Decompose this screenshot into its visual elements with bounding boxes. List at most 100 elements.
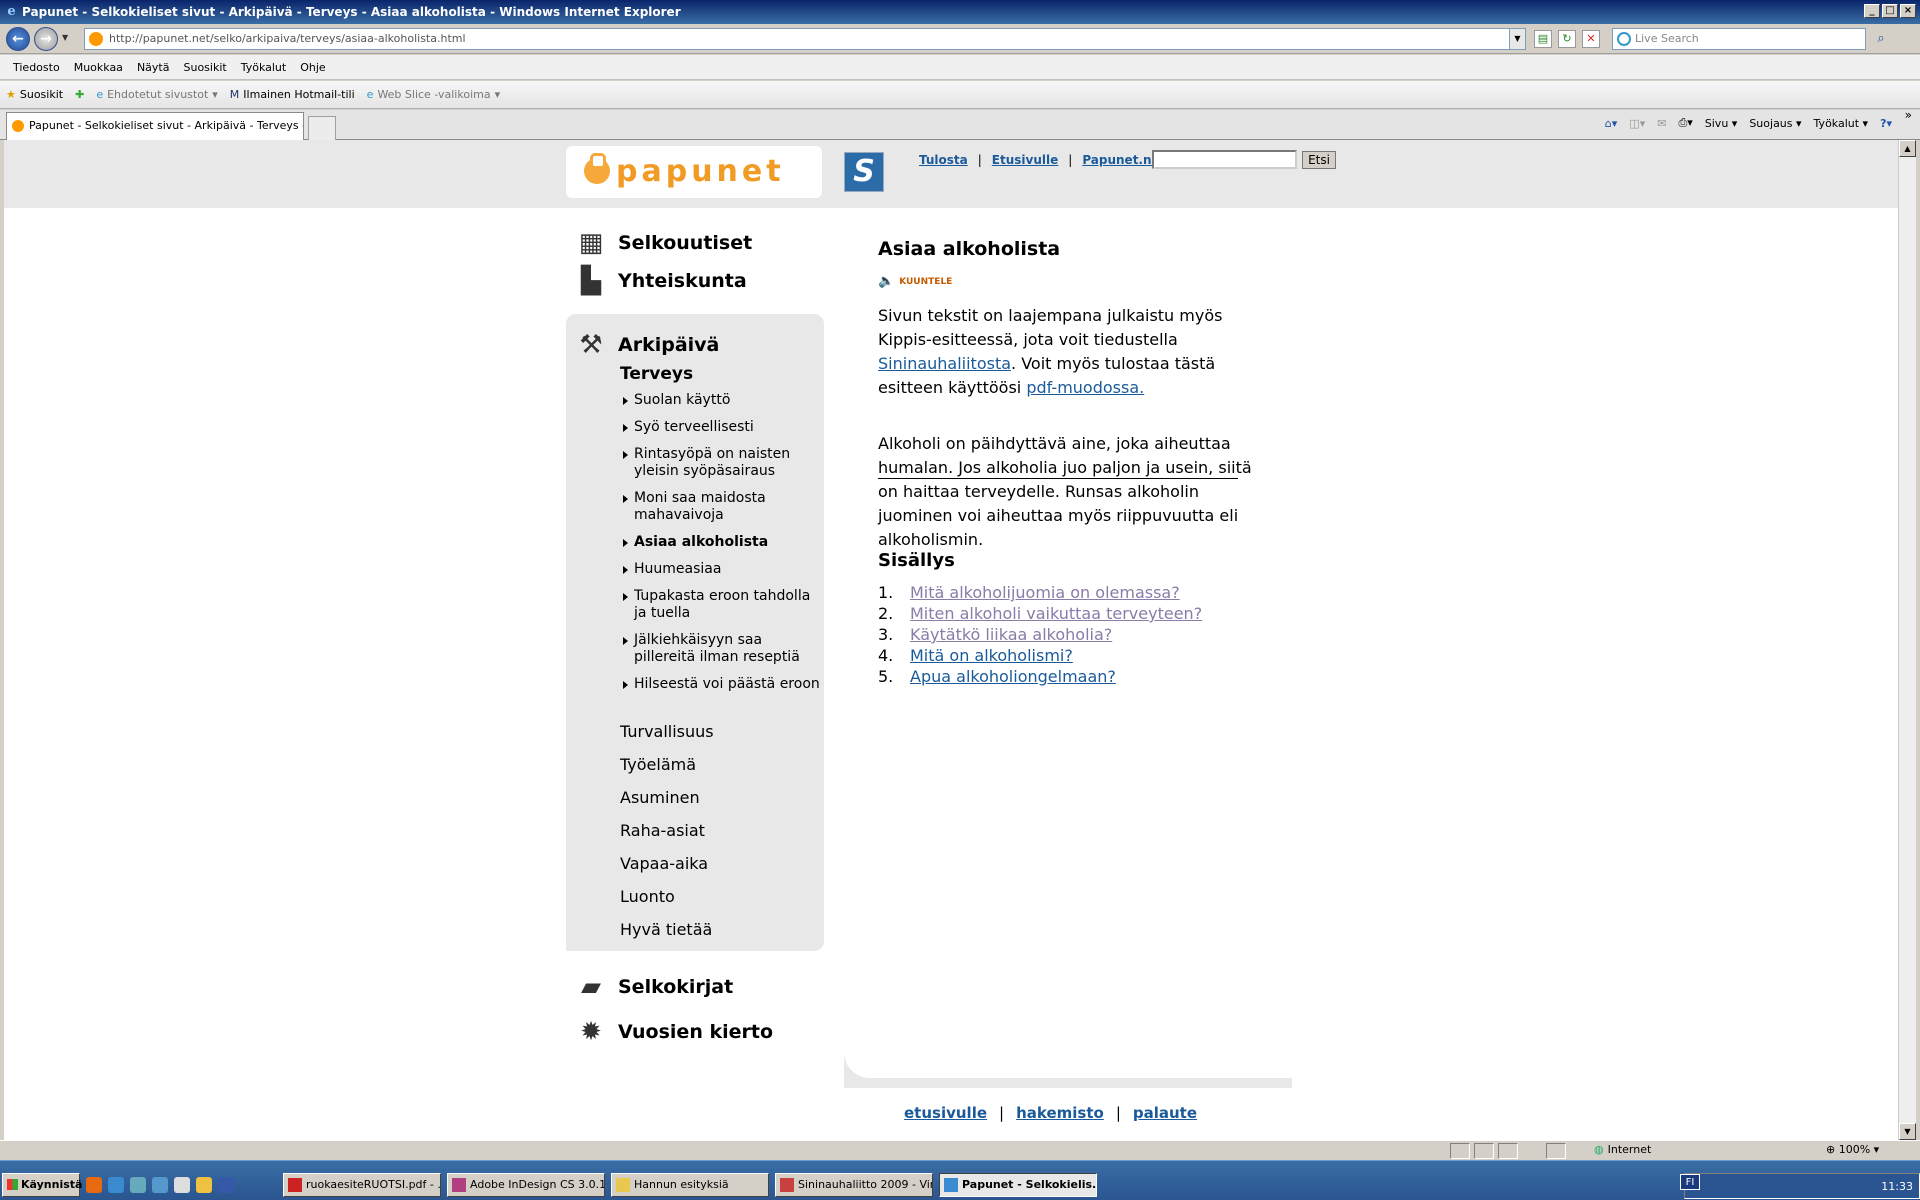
web-slice-button[interactable]: e Web Slice -valikoima ▾ (367, 88, 500, 101)
link-pdf[interactable]: pdf-muodossa. (1026, 378, 1144, 397)
subnav-item[interactable]: Tupakasta eroon tahdolla ja tuella (620, 588, 820, 622)
tab-papunet[interactable]: Papunet - Selkokieliset sivut - Arkipäiv… (6, 112, 304, 140)
mail-icon[interactable]: ✉ (1657, 117, 1666, 130)
papunet-logo[interactable]: papunet (566, 146, 822, 198)
favorites-button[interactable]: ★ Suosikit (6, 88, 63, 101)
msn-icon: M (229, 88, 240, 101)
task-pdf[interactable]: ruokaesiteRUOTSI.pdf - ... (283, 1173, 441, 1197)
history-dropdown-icon[interactable]: ▼ (62, 33, 68, 42)
media-player-icon[interactable] (218, 1177, 234, 1193)
nav-hyva-tietaa[interactable]: Hyvä tietää (620, 920, 712, 939)
nav-arkipaiva[interactable]: ⚒ Arkipäivä (572, 328, 719, 362)
nav-raha-asiat[interactable]: Raha-asiat (620, 821, 705, 840)
firefox-icon[interactable] (86, 1177, 102, 1193)
link-home[interactable]: Etusivulle (992, 153, 1058, 167)
page-header-band (4, 140, 1898, 208)
url-field[interactable]: http://papunet.net/selko/arkipaiva/terve… (84, 28, 1526, 50)
explorer-icon[interactable] (152, 1177, 168, 1193)
forward-button[interactable]: → (34, 27, 58, 51)
toc-link[interactable]: Apua alkoholiongelmaan? (910, 666, 1116, 687)
menu-item-help[interactable]: Ohje (293, 61, 332, 74)
maximize-button[interactable]: □ (1882, 4, 1898, 18)
search-placeholder: Live Search (1635, 32, 1699, 45)
task-papunet[interactable]: Papunet - Selkokielis... (939, 1173, 1097, 1197)
feeds-icon[interactable]: ◫▾ (1629, 117, 1645, 130)
subnav-item[interactable]: Huumeasiaa (620, 561, 820, 578)
language-indicator[interactable]: FI (1680, 1174, 1700, 1190)
suggested-sites-button[interactable]: e Ehdotetut sivustot ▾ (96, 88, 217, 101)
scroll-up-icon[interactable]: ▲ (1899, 140, 1916, 157)
refresh-icon[interactable]: ↻ (1558, 30, 1576, 48)
menu-item-file[interactable]: Tiedosto (6, 61, 67, 74)
nav-vuosien-kierto[interactable]: ✹ Vuosien kierto (572, 1015, 773, 1049)
home-icon[interactable]: ⌂▾ (1605, 117, 1618, 130)
compatibility-view-icon[interactable]: ▤ (1534, 30, 1552, 48)
menu-item-tools[interactable]: Työkalut (234, 61, 294, 74)
nav-selkokirjat[interactable]: ▰ Selkokirjat (572, 970, 733, 1004)
minimize-button[interactable]: _ (1864, 4, 1880, 18)
footer-link-home[interactable]: etusivulle (904, 1104, 987, 1122)
zoom-level: 100% (1838, 1143, 1871, 1156)
hotmail-button[interactable]: M Ilmainen Hotmail-tili (230, 88, 355, 101)
subnav-item[interactable]: Jälkiehkäisyyn saa pillereitä ilman rese… (620, 632, 820, 666)
subnav-item[interactable]: Hilseestä voi päästä eroon (620, 676, 820, 693)
stop-icon[interactable]: ✕ (1582, 30, 1600, 48)
subnav-item[interactable]: Rintasyöpä on naisten yleisin syöpäsaira… (620, 446, 820, 480)
selko-site-icon[interactable]: S (844, 152, 884, 192)
subnav-item-active[interactable]: Asiaa alkoholista (620, 534, 820, 551)
ie-icon[interactable] (108, 1177, 124, 1193)
url-dropdown-icon[interactable]: ▼ (1509, 29, 1525, 49)
back-button[interactable]: ← (6, 27, 30, 51)
nav-asuminen[interactable]: Asuminen (620, 788, 700, 807)
toc-link[interactable]: Mitä alkoholijuomia on olemassa? (910, 582, 1180, 603)
new-tab-button[interactable] (308, 116, 336, 140)
footer-link-feedback[interactable]: palaute (1133, 1104, 1197, 1122)
menu-item-view[interactable]: Näytä (130, 61, 177, 74)
subnav-item[interactable]: Suolan käyttö (620, 392, 820, 409)
scroll-down-icon[interactable]: ▼ (1899, 1123, 1916, 1140)
nav-label: Selkokirjat (618, 976, 734, 998)
nav-selkouutiset[interactable]: ▦ Selkouutiset (572, 226, 752, 260)
footer-link-index[interactable]: hakemisto (1016, 1104, 1104, 1122)
help-icon[interactable]: ?▾ (1880, 117, 1892, 130)
nav-turvallisuus[interactable]: Turvallisuus (620, 722, 714, 741)
toc-link[interactable]: Käytätkö liikaa alkoholia? (910, 624, 1112, 645)
task-indesign[interactable]: Adobe InDesign CS 3.0.1 (447, 1173, 605, 1197)
nav-tyoelama[interactable]: Työelämä (620, 755, 696, 774)
status-pane (1474, 1143, 1494, 1159)
safety-menu[interactable]: Suojaus ▾ (1749, 117, 1801, 130)
subnav-item[interactable]: Syö terveellisesti (620, 419, 820, 436)
link-sininauhaliitto[interactable]: Sininauhaliitosta (878, 354, 1011, 373)
nav-yhteiskunta[interactable]: ▙ Yhteiskunta (572, 264, 747, 298)
toc-link[interactable]: Miten alkoholi vaikuttaa terveyteen? (910, 603, 1202, 624)
toc-link[interactable]: Mitä on alkoholismi? (910, 645, 1073, 666)
add-favorite-button[interactable]: ✚ (75, 88, 84, 101)
print-icon[interactable]: ⎙▾ (1678, 116, 1692, 130)
nav-terveys[interactable]: Terveys (620, 364, 693, 384)
more-commands-icon[interactable]: » (1905, 108, 1912, 122)
start-button[interactable]: Käynnistä (2, 1173, 82, 1197)
tools-menu[interactable]: Työkalut ▾ (1814, 117, 1869, 130)
task-folder[interactable]: Hannun esityksiä (611, 1173, 769, 1197)
search-icon[interactable]: ⌕ (1870, 30, 1892, 48)
site-search-input[interactable] (1152, 150, 1297, 169)
menu-item-edit[interactable]: Muokkaa (67, 61, 130, 74)
clock[interactable]: 11:33 (1881, 1180, 1913, 1193)
nav-vapaa-aika[interactable]: Vapaa-aika (620, 854, 708, 873)
search-input[interactable]: Live Search (1612, 28, 1866, 50)
subnav-item[interactable]: Moni saa maidosta mahavaivoja (620, 490, 820, 524)
site-search-button[interactable]: Etsi (1302, 151, 1336, 169)
menu-item-favorites[interactable]: Suosikit (176, 61, 233, 74)
page-menu[interactable]: Sivu ▾ (1705, 117, 1738, 130)
link-print[interactable]: Tulosta (919, 153, 968, 167)
listen-button[interactable]: 🔈 KUUNTELE (878, 274, 952, 289)
task-sininauhaliitto[interactable]: Sininauhaliitto 2009 - Virt... (775, 1173, 933, 1197)
outlook-icon[interactable] (130, 1177, 146, 1193)
nav-luonto[interactable]: Luonto (620, 887, 675, 906)
vertical-scrollbar[interactable]: ▲ ▼ (1898, 140, 1916, 1140)
show-desktop-icon[interactable] (174, 1177, 190, 1193)
app-icon[interactable] (196, 1177, 212, 1193)
close-window-button[interactable]: × (1900, 4, 1916, 18)
zoom-control[interactable]: ⊕ 100% ▾ (1826, 1143, 1879, 1156)
security-zone[interactable]: ◍ Internet (1594, 1143, 1651, 1156)
